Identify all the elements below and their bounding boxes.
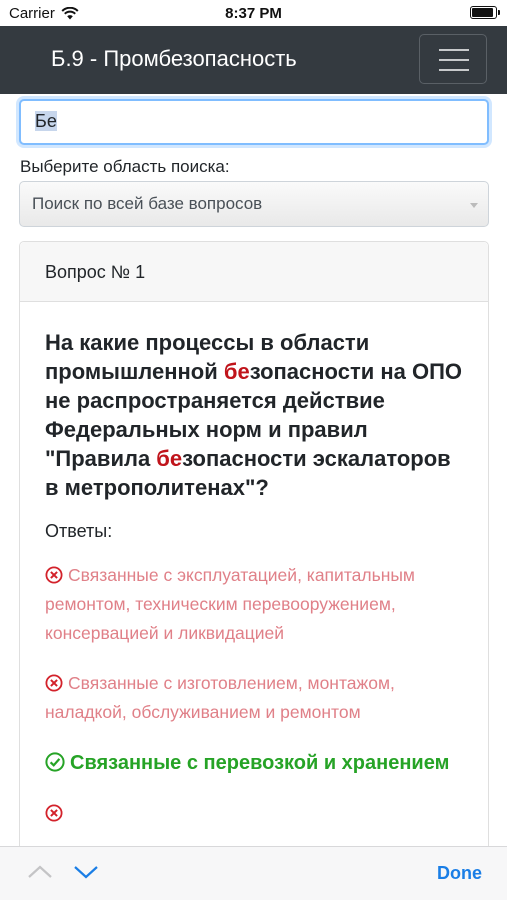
question-number: Вопрос № 1	[20, 242, 488, 302]
search-highlight: бе	[156, 446, 183, 471]
answer-text: Связанные с изготовлением, монтажом, нал…	[45, 673, 395, 722]
hamburger-icon	[439, 49, 469, 51]
status-bar: Carrier 8:37 PM	[0, 0, 507, 26]
x-circle-icon	[45, 674, 63, 692]
app-title[interactable]: Б.9 - Промбезопасность	[51, 46, 297, 72]
main-content: Бе Выберите область поиска: Поиск по все…	[0, 94, 507, 846]
done-button[interactable]: Done	[437, 863, 482, 884]
chevron-down-icon	[467, 196, 481, 214]
answer-item: Связанные с эксплуатацией, капитальным р…	[45, 561, 463, 648]
chevron-down-icon[interactable]	[72, 861, 100, 883]
battery-icon	[470, 6, 500, 19]
question-text: На какие процессы в области промышленной…	[45, 330, 463, 500]
chevron-up-icon[interactable]	[26, 861, 54, 883]
search-input[interactable]: Бе	[19, 99, 489, 145]
answers-label: Ответы:	[45, 521, 113, 541]
keyboard-accessory-bar: Done	[0, 846, 507, 900]
search-scope-selected: Поиск по всей базе вопросов	[32, 194, 263, 213]
app-navbar: Б.9 - Промбезопасность	[0, 26, 507, 94]
answer-text: Связанные с эксплуатацией, капитальным р…	[45, 565, 415, 643]
check-circle-icon	[45, 752, 65, 772]
answer-item: Связанные с изготовлением, монтажом, нал…	[45, 669, 463, 727]
x-circle-icon	[45, 566, 63, 584]
search-input-value: Бе	[35, 111, 57, 131]
answer-item	[45, 799, 463, 828]
answer-item-correct: Связанные с перевозкой и хранением	[45, 747, 463, 779]
search-highlight: бе	[223, 359, 250, 384]
question-card: Вопрос № 1 На какие процессы в области п…	[19, 241, 489, 846]
search-scope-select[interactable]: Поиск по всей базе вопросов	[19, 181, 489, 227]
menu-toggle-button[interactable]	[419, 34, 487, 84]
x-circle-icon	[45, 804, 63, 822]
search-scope-label: Выберите область поиска:	[20, 157, 230, 176]
status-time: 8:37 PM	[225, 5, 282, 22]
answer-text: Связанные с перевозкой и хранением	[70, 752, 450, 774]
